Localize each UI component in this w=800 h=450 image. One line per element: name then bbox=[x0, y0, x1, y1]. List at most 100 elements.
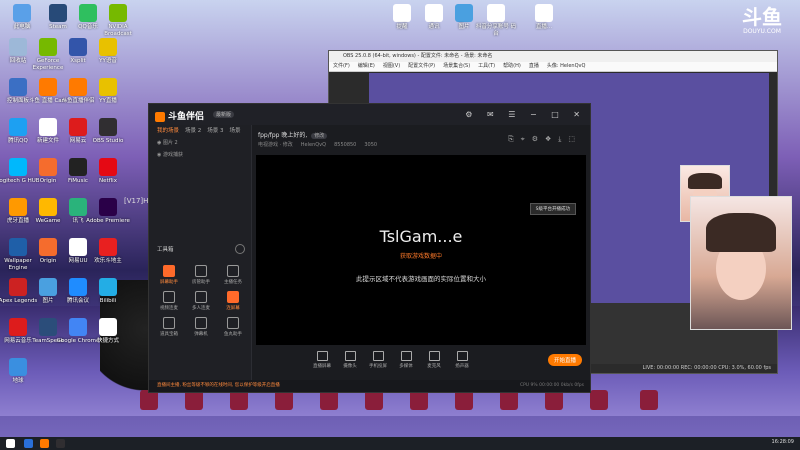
status-warning: 直播间主播, 粉丝等级不够的在线时间, 您以保护等级开启直播 bbox=[157, 383, 280, 388]
bottom-button[interactable]: 摄像头 bbox=[338, 351, 362, 369]
desktop-icon-label: Origin bbox=[39, 258, 57, 264]
tool-button[interactable]: 鱼丸助手 bbox=[219, 317, 247, 337]
scene-tab[interactable]: 场景 bbox=[230, 128, 241, 134]
bottom-button[interactable]: 多媒体 bbox=[394, 351, 418, 369]
scene-tab[interactable]: 我的场景 bbox=[157, 128, 179, 134]
obs-menu-item[interactable]: 头像: HelenQvQ bbox=[547, 63, 586, 69]
desktop-icon[interactable]: 快捷方式 bbox=[86, 318, 130, 345]
app-icon bbox=[99, 198, 117, 216]
room-title: fpp/fpp 晚上好的, bbox=[258, 132, 308, 139]
douyu-titlebar: 斗鱼伴侣 最新版 ⚙ ✉ ☰ − □ ✕ bbox=[149, 104, 590, 125]
desktop-icon[interactable]: YY直播 bbox=[86, 78, 130, 105]
toolbar-icon[interactable]: ⬚ bbox=[568, 135, 582, 143]
obs-menu-item[interactable]: 直播 bbox=[529, 63, 539, 69]
desktop-icon[interactable]: 抖音分享账号 码台 bbox=[474, 4, 518, 38]
hair bbox=[706, 212, 776, 253]
desktop-icon-label: FiMusic bbox=[68, 178, 88, 184]
douyu-fish-icon bbox=[155, 111, 165, 122]
app-icon bbox=[393, 4, 411, 22]
toolbar-icons[interactable]: ⎘⌖⚙❖⤓⬚ bbox=[508, 135, 582, 144]
desktop-icon[interactable]: 直播... bbox=[522, 4, 566, 31]
bottom-button[interactable]: 手机投屏 bbox=[366, 351, 390, 369]
app-icon bbox=[9, 318, 27, 336]
desktop-icon[interactable]: NVIDIA Broadcast bbox=[96, 4, 140, 38]
app-icon bbox=[99, 118, 117, 136]
taskbar-app-icon[interactable] bbox=[56, 439, 65, 448]
douyu-status: 直播间主播, 粉丝等级不够的在线时间, 您以保护等级开启直播 CPU 9% 00… bbox=[149, 380, 590, 392]
app-icon bbox=[69, 158, 87, 176]
tool-button[interactable]: 视频连麦 bbox=[155, 291, 183, 311]
bottom-button[interactable]: 麦克风 bbox=[422, 351, 446, 369]
desktop-icon[interactable]: 地球 bbox=[0, 358, 40, 385]
obs-menu-item[interactable]: 编辑(E) bbox=[358, 63, 375, 69]
desktop-icon-label: NVIDIA Broadcast bbox=[104, 24, 132, 37]
taskbar-app-icon[interactable] bbox=[24, 439, 33, 448]
desktop-icon-label: 通讯 bbox=[428, 24, 440, 30]
toolbar-icon[interactable]: ⚙ bbox=[532, 135, 545, 143]
app-icon bbox=[39, 158, 57, 176]
app-icon bbox=[99, 38, 117, 56]
window-controls[interactable]: ⚙ ✉ ☰ − □ ✕ bbox=[465, 110, 586, 119]
obs-menu-item[interactable]: 文件(F) bbox=[333, 63, 350, 69]
edit-title-button[interactable]: 修改 bbox=[311, 133, 328, 139]
tool-label: 连屏幕 bbox=[226, 306, 240, 311]
obs-menu-item[interactable]: 场景集合(S) bbox=[443, 63, 470, 69]
clock: 16:28:09 bbox=[771, 439, 794, 445]
toolbar-icon[interactable]: ⤓ bbox=[558, 135, 568, 143]
scene-sidebar: 我的场景 场景 2 场景 3 场景+ ◉ 图片 2 ◉ 游戏捕获 工具箱 屏幕助手 房管助… bbox=[149, 125, 252, 392]
desktop-icon[interactable]: OBS Studio bbox=[86, 118, 130, 145]
source-item[interactable]: ◉ 图片 2 bbox=[149, 137, 251, 149]
desktop-icon[interactable]: Netflix bbox=[86, 158, 130, 185]
bottom-button[interactable]: 直播屏幕 bbox=[310, 351, 334, 369]
tool-label: 弹幕机 bbox=[194, 332, 208, 337]
desktop-icon-label: 直播... bbox=[535, 24, 553, 30]
tool-button[interactable]: 弹幕机 bbox=[187, 317, 215, 337]
app-icon bbox=[39, 318, 57, 336]
app-icon bbox=[39, 278, 57, 296]
obs-menu-item[interactable]: 帮助(H) bbox=[503, 63, 521, 69]
toolbar-icon[interactable]: ⎘ bbox=[508, 135, 521, 143]
tool-label: 鱼丸助手 bbox=[224, 332, 242, 337]
tool-button[interactable]: 屏幕助手 bbox=[155, 265, 183, 285]
background-dancer bbox=[230, 390, 248, 410]
version-badge[interactable]: 最新版 bbox=[213, 111, 235, 118]
desktop-icon-label: 提醒 bbox=[396, 24, 408, 30]
obs-menu-item[interactable]: 配置文件(P) bbox=[408, 63, 435, 69]
scene-tabs: 我的场景 场景 2 场景 3 场景+ bbox=[149, 125, 251, 146]
tool-button[interactable]: 房管助手 bbox=[187, 265, 215, 285]
tool-icon bbox=[195, 291, 207, 303]
taskbar-app-icon[interactable] bbox=[40, 439, 49, 448]
desktop-icon-label: Xsplit bbox=[70, 58, 86, 64]
desktop-icon-label: 讯飞 bbox=[72, 218, 84, 224]
toolbar-icon[interactable]: ❖ bbox=[545, 135, 558, 143]
tool-button[interactable]: 多人连麦 bbox=[187, 291, 215, 311]
background-dancer bbox=[640, 390, 658, 410]
desktop-icon[interactable]: 欢乐斗地主 bbox=[86, 238, 130, 265]
obs-menu-item[interactable]: 工具(T) bbox=[478, 63, 495, 69]
game-hint: 此提示区域不代表游戏画面的实际位置和大小 bbox=[356, 275, 486, 283]
bottom-button[interactable]: 扬声器 bbox=[450, 351, 474, 369]
tool-button[interactable]: 主播任务 bbox=[219, 265, 247, 285]
source-item[interactable]: ◉ 游戏捕获 bbox=[149, 149, 251, 161]
tools-settings-icon[interactable] bbox=[235, 244, 245, 254]
source-label: 游戏捕获 bbox=[162, 152, 183, 158]
desktop-icon-label: 地球 bbox=[12, 378, 24, 384]
start-icon[interactable] bbox=[6, 439, 15, 448]
scene-tab[interactable]: 场景 2 bbox=[185, 128, 201, 134]
game-status: 获取游戏数据中 bbox=[399, 253, 442, 260]
go-live-button[interactable]: 开始直播 bbox=[547, 354, 582, 366]
tool-button[interactable]: 道具宝箱 bbox=[155, 317, 183, 337]
tool-button[interactable]: 连屏幕 bbox=[219, 291, 247, 311]
desktop-icon[interactable]: YY语音 bbox=[86, 38, 130, 65]
desktop-icon-label: Netflix bbox=[99, 178, 117, 184]
desktop-icon[interactable]: Bilibili bbox=[86, 278, 130, 305]
bottom-button-label: 多媒体 bbox=[399, 364, 413, 369]
toolbar-icon[interactable]: ⌖ bbox=[521, 135, 532, 143]
obs-menu-item[interactable]: 视图(V) bbox=[383, 63, 400, 69]
douyu-window: 斗鱼伴侣 最新版 ⚙ ✉ ☰ − □ ✕ 我的场景 场景 2 场景 3 场景+ ◉ 图… bbox=[148, 103, 591, 393]
app-icon bbox=[9, 118, 27, 136]
scene-tab[interactable]: 场景 3 bbox=[207, 128, 223, 134]
tool-label: 道具宝箱 bbox=[160, 332, 178, 337]
stage-badge: S级平台开播成功 bbox=[529, 203, 576, 215]
preview-stage[interactable]: S级平台开播成功 TslGam...e 获取游戏数据中 此提示区域不代表游戏画面… bbox=[256, 155, 586, 345]
